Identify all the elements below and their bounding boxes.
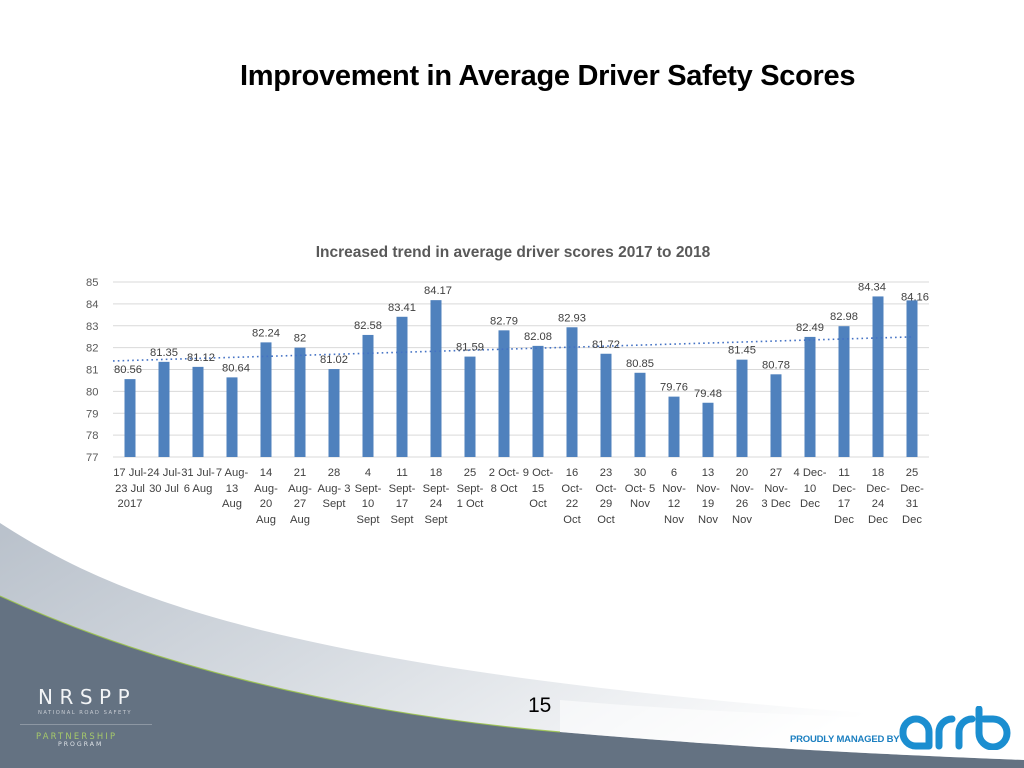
data-label: 84.16 xyxy=(901,291,929,303)
nrspp-logo: NRSPP NATIONAL ROAD SAFETY PARTNERSHIP P… xyxy=(20,685,178,748)
bar xyxy=(872,296,884,457)
y-axis-ticks: 77 78 79 80 81 82 83 84 85 xyxy=(86,277,98,464)
bar xyxy=(804,336,816,457)
y-tick-label: 77 xyxy=(86,452,98,464)
y-tick-label: 85 xyxy=(86,277,98,289)
data-label: 81.45 xyxy=(728,345,756,357)
x-tick-label: 25 Dec- 31 Dec xyxy=(900,467,924,527)
data-label: 81.72 xyxy=(592,339,620,351)
bar xyxy=(906,300,918,457)
data-label: 82.49 xyxy=(796,322,824,334)
data-label: 82.08 xyxy=(524,331,552,343)
bar xyxy=(736,359,748,457)
managed-by-tagline: PROUDLY MANAGED BY xyxy=(790,734,900,745)
y-tick-label: 83 xyxy=(86,321,98,333)
data-label: 80.85 xyxy=(626,358,654,370)
data-label: 82.79 xyxy=(490,315,518,327)
bar xyxy=(532,345,544,457)
data-label: 81.02 xyxy=(320,354,348,366)
bar xyxy=(294,347,306,457)
y-tick-label: 82 xyxy=(86,343,98,355)
bar xyxy=(838,326,850,457)
data-label: 81.59 xyxy=(456,342,484,354)
nrspp-logo-partnership: PARTNERSHIP xyxy=(36,731,118,741)
data-label: 82 xyxy=(294,333,306,345)
data-label: 83.41 xyxy=(388,302,416,314)
y-tick-label: 79 xyxy=(86,408,98,420)
bar xyxy=(328,369,340,457)
data-label: 79.48 xyxy=(694,388,722,400)
trendline xyxy=(112,336,913,362)
nrspp-logo-subtitle: NATIONAL ROAD SAFETY xyxy=(38,710,133,716)
data-label: 82.58 xyxy=(354,320,382,332)
data-label: 84.34 xyxy=(858,281,886,293)
bar xyxy=(226,377,238,457)
bars xyxy=(124,296,918,457)
bar xyxy=(668,396,680,457)
data-label: 79.76 xyxy=(660,382,688,394)
data-label: 80.78 xyxy=(762,359,790,371)
y-tick-label: 84 xyxy=(86,299,98,311)
bar xyxy=(430,300,442,457)
bar xyxy=(634,372,646,457)
bar xyxy=(770,374,782,457)
bar xyxy=(260,342,272,457)
nrspp-logo-program: PROGRAM xyxy=(58,741,104,748)
data-label: 82.98 xyxy=(830,311,858,323)
nrspp-logo-divider xyxy=(20,724,152,725)
trendline-layer xyxy=(112,336,913,362)
bar-chart: 77 78 79 80 81 82 83 84 85 80.56 81.35 81.12 80.64 8… xyxy=(86,277,929,464)
data-label: 80.64 xyxy=(222,362,250,374)
bar xyxy=(158,361,170,457)
y-tick-label: 80 xyxy=(86,386,98,398)
data-label: 81.35 xyxy=(150,347,178,359)
bar xyxy=(600,353,612,457)
bar xyxy=(702,402,714,457)
data-label: 82.24 xyxy=(252,327,280,339)
bar xyxy=(124,379,136,457)
page-number: 15 xyxy=(528,694,552,717)
data-label: 81.12 xyxy=(187,352,215,364)
bar xyxy=(396,316,408,457)
nrspp-logo-name: NRSPP xyxy=(38,685,137,709)
arrb-logo-icon: arrb xyxy=(899,706,1011,750)
bar xyxy=(566,327,578,457)
bar xyxy=(464,356,476,457)
y-tick-label: 81 xyxy=(86,365,98,377)
data-label: 84.17 xyxy=(424,285,452,297)
data-label: 82.93 xyxy=(558,312,586,324)
y-tick-label: 78 xyxy=(86,430,98,442)
data-label: 80.56 xyxy=(114,364,142,376)
bar xyxy=(192,366,204,457)
